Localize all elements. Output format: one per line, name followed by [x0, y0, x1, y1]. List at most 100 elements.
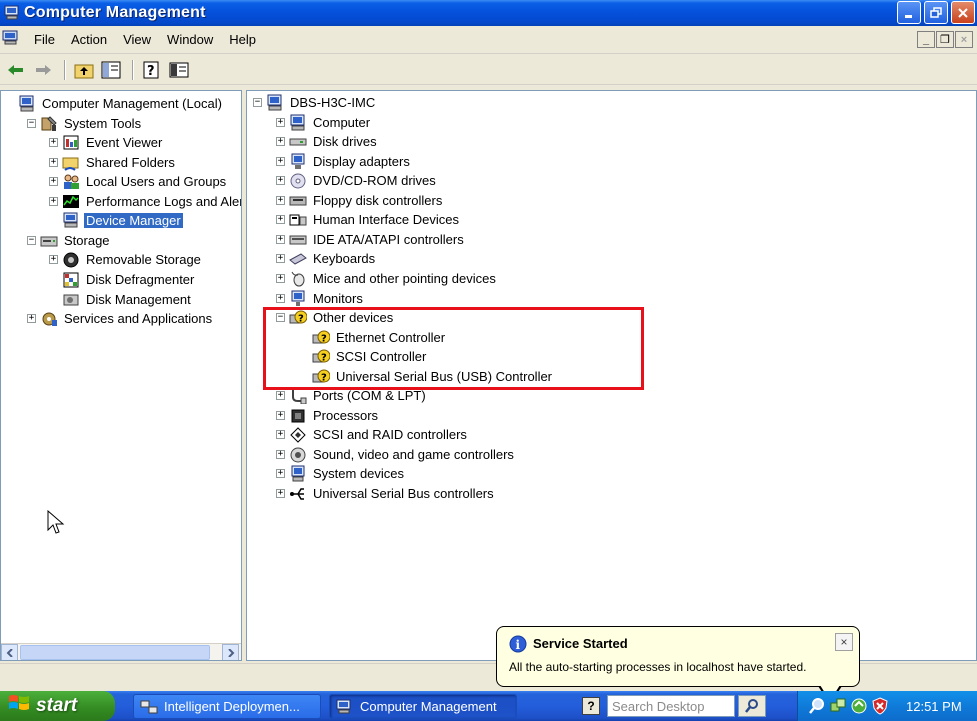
properties-button[interactable] — [167, 59, 191, 81]
expand-toggle[interactable]: + — [276, 293, 285, 303]
menu-view[interactable]: View — [115, 32, 159, 47]
tree-item-label[interactable]: Floppy disk controllers — [311, 193, 444, 208]
device-tree-item[interactable]: + IDE ATA/ATAPI controllers — [276, 230, 466, 249]
up-one-level-button[interactable] — [72, 59, 96, 81]
expand-toggle[interactable]: + — [276, 430, 285, 440]
device-tree-item[interactable]: + Disk drives — [276, 132, 379, 151]
restore-button[interactable] — [924, 1, 948, 24]
service-started-notification[interactable]: i Service Started All the auto-starting … — [496, 626, 860, 687]
tree-item-label[interactable]: Other devices — [311, 310, 395, 325]
collapse-toggle[interactable]: − — [276, 313, 285, 323]
expand-toggle[interactable]: + — [276, 273, 285, 283]
device-tree-item[interactable]: + System devices — [276, 464, 406, 483]
collapse-toggle[interactable]: − — [27, 235, 36, 245]
desktop-search-help-button[interactable]: ? — [582, 697, 600, 715]
notification-close-button[interactable]: × — [835, 633, 853, 651]
back-button[interactable] — [4, 59, 28, 81]
tree-item-label[interactable]: Universal Serial Bus (USB) Controller — [334, 369, 554, 384]
tree-item-label[interactable]: Local Users and Groups — [84, 174, 228, 189]
tree-item-label[interactable]: Computer Management (Local) — [40, 96, 224, 111]
security-shield-icon[interactable] — [871, 697, 889, 715]
expand-toggle[interactable]: + — [276, 469, 285, 479]
tree-item-label[interactable]: Monitors — [311, 291, 365, 306]
tree-item-label[interactable]: Human Interface Devices — [311, 212, 461, 227]
collapse-toggle[interactable]: − — [253, 98, 262, 107]
scroll-left-button[interactable] — [1, 644, 18, 660]
tree-item-label[interactable]: Services and Applications — [62, 311, 214, 326]
collapse-toggle[interactable]: − — [27, 118, 36, 128]
tree-item-label[interactable]: Computer — [311, 115, 372, 130]
start-button[interactable]: start — [0, 691, 115, 721]
mmc-document-icon[interactable] — [2, 30, 20, 49]
device-tree-item[interactable]: ? Ethernet Controller — [299, 328, 447, 347]
expand-toggle[interactable]: + — [276, 234, 285, 244]
device-tree-item[interactable]: + Computer — [276, 113, 372, 132]
menu-action[interactable]: Action — [63, 32, 115, 47]
expand-toggle[interactable]: + — [49, 196, 58, 206]
expand-toggle[interactable]: + — [276, 489, 285, 498]
mdi-minimize-button[interactable]: _ — [917, 31, 935, 48]
tree-item-label[interactable]: Disk Management — [84, 292, 193, 307]
update-tray-icon[interactable] — [850, 698, 868, 715]
device-tree-item[interactable]: + Keyboards — [276, 249, 377, 268]
menu-file[interactable]: File — [26, 32, 63, 47]
device-tree-item[interactable]: + Display adapters — [276, 152, 412, 171]
expand-toggle[interactable]: + — [276, 195, 285, 205]
search-button[interactable] — [738, 695, 766, 717]
device-tree-item[interactable]: ? Universal Serial Bus (USB) Controller — [299, 367, 554, 386]
title-bar[interactable]: Computer Management — [0, 0, 977, 26]
console-tree-item[interactable]: − Storage — [27, 231, 112, 250]
tree-item-label[interactable]: Sound, video and game controllers — [311, 447, 516, 462]
tree-item-label[interactable]: DBS-H3C-IMC — [288, 95, 377, 110]
device-tree-item[interactable]: + Monitors — [276, 289, 365, 308]
tree-item-label[interactable]: Mice and other pointing devices — [311, 271, 498, 286]
tree-item-label[interactable]: Universal Serial Bus controllers — [311, 486, 496, 501]
device-tree-item[interactable]: + Processors — [276, 406, 380, 425]
expand-toggle[interactable]: + — [276, 410, 285, 420]
console-tree-item[interactable]: Device Manager — [49, 211, 183, 230]
device-tree-item[interactable]: ? SCSI Controller — [299, 347, 428, 366]
console-tree-item[interactable]: + Local Users and Groups — [49, 172, 228, 191]
tree-item-label[interactable]: Shared Folders — [84, 155, 177, 170]
device-tree-item[interactable]: + Ports (COM & LPT) — [276, 386, 428, 405]
network-tray-icon[interactable] — [829, 698, 847, 715]
mdi-close-button[interactable]: × — [955, 31, 973, 48]
console-tree-item[interactable]: + Performance Logs and Alerts — [49, 192, 241, 211]
expand-toggle[interactable]: + — [276, 449, 285, 459]
console-tree-item[interactable]: + Services and Applications — [27, 309, 214, 328]
expand-toggle[interactable]: + — [276, 117, 285, 127]
console-tree-item[interactable]: − System Tools — [27, 114, 143, 133]
horizontal-scrollbar[interactable] — [1, 643, 241, 660]
expand-toggle[interactable]: + — [49, 138, 58, 148]
console-tree-item[interactable]: + Event Viewer — [49, 133, 164, 152]
forward-button[interactable] — [31, 59, 55, 81]
show-hide-console-tree-button[interactable] — [99, 59, 123, 81]
clock[interactable]: 12:51 PM — [906, 699, 962, 714]
device-tree-item[interactable]: + SCSI and RAID controllers — [276, 425, 469, 444]
tree-item-label[interactable]: Storage — [62, 233, 112, 248]
expand-toggle[interactable]: + — [276, 254, 285, 264]
device-tree-pane[interactable]: − DBS-H3C-IMC + Computer + Disk drives + Displa… — [246, 90, 977, 661]
console-tree-pane[interactable]: Computer Management (Local) − System Tools… — [0, 90, 242, 661]
menu-window[interactable]: Window — [159, 32, 221, 47]
console-tree-item[interactable]: Disk Management — [49, 290, 193, 309]
expand-toggle[interactable]: + — [276, 137, 285, 147]
properties-help-button[interactable]: ? — [140, 59, 164, 81]
device-tree-item[interactable]: + DVD/CD-ROM drives — [276, 171, 438, 190]
tree-item-label[interactable]: Ethernet Controller — [334, 330, 447, 345]
expand-toggle[interactable]: + — [276, 391, 285, 401]
console-tree-item[interactable]: + Removable Storage — [49, 250, 203, 269]
console-tree-item[interactable]: + Shared Folders — [49, 153, 177, 172]
tree-item-label[interactable]: SCSI and RAID controllers — [311, 427, 469, 442]
device-tree-item[interactable]: + Floppy disk controllers — [276, 191, 444, 210]
scroll-thumb[interactable] — [20, 645, 210, 660]
tree-item-label[interactable]: Display adapters — [311, 154, 412, 169]
task-intelligent-deployment[interactable]: Intelligent Deploymen... — [133, 694, 321, 719]
mdi-restore-button[interactable]: ❐ — [936, 31, 954, 48]
tree-item-label[interactable]: DVD/CD-ROM drives — [311, 173, 438, 188]
search-tray-icon[interactable] — [808, 698, 826, 715]
expand-toggle[interactable]: + — [27, 314, 36, 324]
menu-help[interactable]: Help — [221, 32, 264, 47]
device-tree-item[interactable]: −? Other devices — [276, 308, 395, 327]
close-button[interactable] — [951, 1, 975, 24]
